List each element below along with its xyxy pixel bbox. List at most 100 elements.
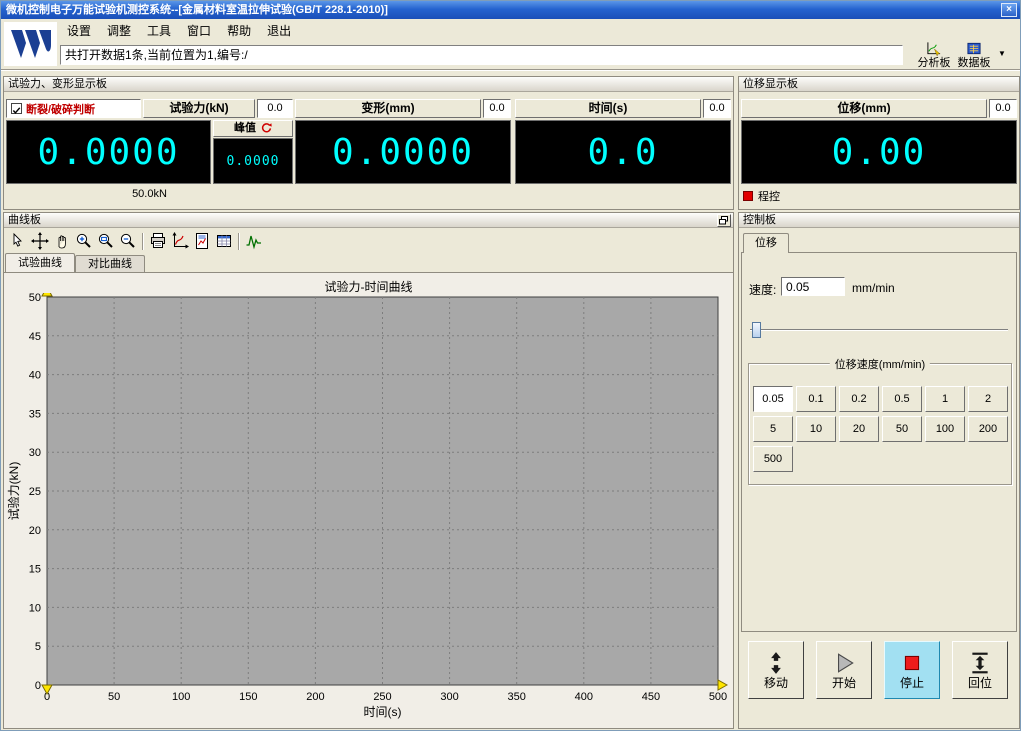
peak-reset-icon[interactable] <box>260 122 272 134</box>
curve-tab[interactable]: 对比曲线 <box>75 255 145 272</box>
chart-plot[interactable]: 0501001502002503003504004505000510152025… <box>4 293 733 727</box>
speed-option-button[interactable]: 0.05 <box>753 386 793 412</box>
force-display: 0.0000 <box>6 120 211 184</box>
speed-option-button[interactable]: 0.5 <box>882 386 922 412</box>
control-frame: 速度: mm/min 位移速度(mm/min) 0.050.10.20.5125… <box>741 252 1017 632</box>
return-button[interactable]: 回位 <box>952 641 1008 699</box>
peak-header: 峰值 <box>213 120 293 137</box>
data-label: 数据板 <box>954 57 994 69</box>
toolbar-separator <box>238 233 240 250</box>
x-tick-label: 400 <box>575 691 593 703</box>
start-play-icon <box>832 651 856 675</box>
curve-panel-body: 试验曲线对比曲线 试验力-时间曲线 0501001502002503003504… <box>4 229 733 728</box>
displacement-display: 0.00 <box>741 120 1017 184</box>
x-tick-label: 350 <box>508 691 526 703</box>
checkbox-check-icon <box>11 103 22 114</box>
deform-display: 0.0000 <box>295 120 511 184</box>
print-icon[interactable] <box>147 231 169 252</box>
titlebar: 微机控制电子万能试验机测控系统--[金属材料室温拉伸试验(GB/T 228.1-… <box>1 1 1020 19</box>
info-field[interactable]: 共打开数据1条,当前位置为1,编号:/ <box>60 45 903 65</box>
y-tick-label: 40 <box>29 370 41 382</box>
slider-thumb[interactable] <box>752 322 761 338</box>
control-panel-body: 位移 速度: mm/min 位移速度(mm/min) 0.050.10.20.5… <box>739 229 1019 728</box>
y-tick-label: 20 <box>29 525 41 537</box>
menu-item[interactable]: 设置 <box>59 21 99 41</box>
analysis-label: 分析板 <box>914 57 954 69</box>
top-chrome: 设置调整工具窗口帮助退出 共打开数据1条,当前位置为1,编号:/ 分析板 数 <box>1 19 1020 69</box>
displacement-header: 位移(mm) <box>741 99 987 118</box>
speed-option-button[interactable]: 5 <box>753 416 793 442</box>
toolbar-divider <box>1 69 1020 71</box>
speed-option-button[interactable]: 10 <box>796 416 836 442</box>
x-axis-end-cursor[interactable] <box>718 680 727 690</box>
data-board-icon <box>954 41 994 57</box>
y-tick-label: 45 <box>29 331 41 343</box>
x-tick-label: 100 <box>172 691 190 703</box>
speed-option-button[interactable]: 50 <box>882 416 922 442</box>
select-cursor-icon[interactable] <box>7 231 29 252</box>
toolbar-dropdown-caret-icon[interactable]: ▼ <box>998 49 1006 58</box>
y-tick-label: 5 <box>35 641 41 653</box>
speed-option-button[interactable]: 2 <box>968 386 1008 412</box>
start-button[interactable]: 开始 <box>816 641 872 699</box>
restore-icon <box>719 216 729 225</box>
speed-grid: 位移速度(mm/min) 0.050.10.20.512510205010020… <box>748 363 1012 485</box>
close-button[interactable]: × <box>1001 3 1017 17</box>
y-axis-label: 试验力(kN) <box>6 462 21 521</box>
window-title: 微机控制电子万能试验机测控系统--[金属材料室温拉伸试验(GB/T 228.1-… <box>6 4 388 16</box>
y-tick-label: 25 <box>29 486 41 498</box>
y-tick-label: 30 <box>29 447 41 459</box>
menu-item[interactable]: 调整 <box>99 21 139 41</box>
zoom-window-icon[interactable] <box>95 231 117 252</box>
speed-input[interactable] <box>781 277 845 296</box>
curve-view-icon[interactable] <box>169 231 191 252</box>
menu-item[interactable]: 窗口 <box>179 21 219 41</box>
mode-indicator: 程控 <box>743 188 780 204</box>
force-range-label: 50.0kN <box>6 188 293 200</box>
data-panel-button[interactable]: 数据板 <box>954 41 994 69</box>
tab-displacement[interactable]: 位移 <box>743 233 789 253</box>
speed-option-button[interactable]: 0.1 <box>796 386 836 412</box>
move-label: 移动 <box>764 676 788 690</box>
pan-hand-icon[interactable] <box>51 231 73 252</box>
menu-item[interactable]: 工具 <box>139 21 179 41</box>
speed-option-button[interactable]: 200 <box>968 416 1008 442</box>
displacement-panel-body: 位移(mm) 0.0 0.00 程控 <box>739 93 1019 209</box>
signal-icon[interactable] <box>243 231 265 252</box>
data-grid-icon[interactable] <box>213 231 235 252</box>
move-button[interactable]: 移动 <box>748 641 804 699</box>
return-label: 回位 <box>968 676 992 690</box>
control-panel: 控制板 位移 速度: mm/min 位移速度(mm/min) 0.050.10.… <box>738 212 1020 729</box>
x-tick-label: 450 <box>642 691 660 703</box>
speed-option-button[interactable]: 0.2 <box>839 386 879 412</box>
peak-label: 峰值 <box>234 122 256 134</box>
curve-tabs: 试验曲线对比曲线 <box>5 253 145 272</box>
menu-item[interactable]: 帮助 <box>219 21 259 41</box>
speed-slider[interactable] <box>750 329 1008 331</box>
x-tick-label: 200 <box>306 691 324 703</box>
force-panel-body: 断裂/破碎判断 试验力(kN) 0.0 0.0000 峰值 0.0000 50.… <box>4 93 733 209</box>
zoom-in-icon[interactable] <box>73 231 95 252</box>
crosshair-icon[interactable] <box>29 231 51 252</box>
menu-item[interactable]: 退出 <box>259 21 299 41</box>
curve-tab[interactable]: 试验曲线 <box>5 253 75 272</box>
time-aux-value: 0.0 <box>703 99 731 118</box>
stop-button[interactable]: 停止 <box>884 641 940 699</box>
speed-option-button[interactable]: 100 <box>925 416 965 442</box>
app-logo <box>4 22 57 66</box>
zoom-out-icon[interactable] <box>117 231 139 252</box>
app-window: 微机控制电子万能试验机测控系统--[金属材料室温拉伸试验(GB/T 228.1-… <box>0 0 1021 731</box>
restore-panel-button[interactable] <box>717 214 731 227</box>
analysis-panel-button[interactable]: 分析板 <box>914 41 954 69</box>
stop-label: 停止 <box>900 676 924 690</box>
break-detect-checkbox[interactable]: 断裂/破碎判断 <box>6 99 141 118</box>
y-tick-label: 50 <box>29 293 41 304</box>
report-icon[interactable] <box>191 231 213 252</box>
speed-option-button[interactable]: 500 <box>753 446 793 472</box>
curve-toolbar <box>4 229 733 253</box>
force-header: 试验力(kN) <box>143 99 255 118</box>
speed-option-button[interactable]: 1 <box>925 386 965 412</box>
toolbar-separator <box>142 233 144 250</box>
speed-option-button[interactable]: 20 <box>839 416 879 442</box>
y-axis-top-cursor[interactable] <box>42 293 52 296</box>
